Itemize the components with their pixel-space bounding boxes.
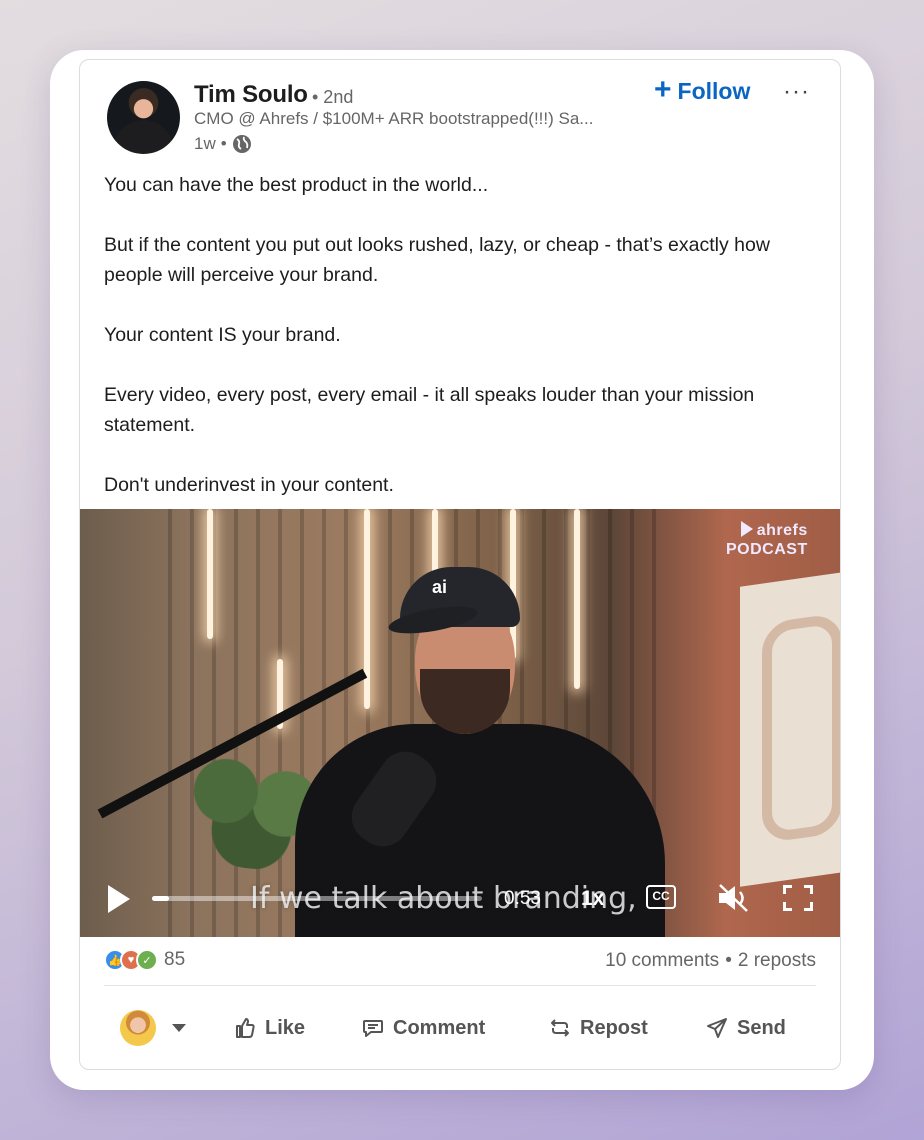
time-remaining: 0:53 xyxy=(504,888,541,909)
like-button[interactable]: Like xyxy=(233,1006,305,1050)
action-bar: Like Comment Repost Send xyxy=(80,1000,840,1056)
reaction-selector[interactable] xyxy=(120,1006,186,1050)
reaction-count: 85 xyxy=(164,949,186,970)
post-paragraph: But if the content you put out looks rus… xyxy=(104,234,770,286)
follow-label: Follow xyxy=(677,77,751,104)
playback-speed-button[interactable]: 1x xyxy=(581,887,604,911)
send-button[interactable]: Send xyxy=(705,1006,786,1050)
post-paragraph: Don't underinvest in your content. xyxy=(104,474,394,496)
comment-label: Comment xyxy=(393,1016,486,1039)
wall-light xyxy=(574,509,580,689)
post-meta: 1w • xyxy=(194,134,252,154)
support-reaction-icon: ✓ xyxy=(136,949,158,971)
wall-light xyxy=(364,509,370,709)
send-label: Send xyxy=(737,1016,786,1039)
author-headline: CMO @ Ahrefs / $100M+ ARR bootstrapped(!… xyxy=(194,109,594,128)
repost-label: Repost xyxy=(580,1016,648,1039)
author-name[interactable]: Tim Soulo xyxy=(194,81,308,109)
like-label: Like xyxy=(265,1016,306,1039)
thumbs-up-icon xyxy=(236,1018,255,1038)
post-paragraph: Your content IS your brand. xyxy=(104,324,341,346)
stats-separator: • xyxy=(725,950,732,971)
globe-icon xyxy=(232,135,251,153)
progress-fill xyxy=(152,896,169,901)
post-time: 1w xyxy=(194,134,216,153)
logo-sub: PODCAST xyxy=(726,541,808,558)
comments-count[interactable]: 10 comments xyxy=(605,950,719,972)
post-body: You can have the best product in the wor… xyxy=(104,170,824,530)
cap-logo: ai xyxy=(432,577,448,597)
play-icon[interactable] xyxy=(108,885,130,913)
reactions-summary[interactable]: 👍 ♥ ✓ 85 xyxy=(104,949,185,971)
comment-button[interactable]: Comment xyxy=(361,1006,485,1050)
wall-light xyxy=(207,509,213,639)
plus-icon: + xyxy=(654,72,672,106)
comment-icon xyxy=(363,1020,383,1037)
repost-icon xyxy=(551,1019,569,1037)
post-stats: 10 comments • 2 reposts xyxy=(605,950,816,972)
follow-button[interactable]: + Follow xyxy=(654,72,751,106)
post-paragraph: You can have the best product in the wor… xyxy=(104,174,489,196)
send-icon xyxy=(707,1018,727,1038)
meta-separator: • xyxy=(220,134,227,153)
play-logo-icon xyxy=(740,521,753,537)
video-player[interactable]: ai ahrefs PODCAST If we talk about brand… xyxy=(80,509,840,937)
divider xyxy=(104,985,816,986)
author-avatar[interactable] xyxy=(107,81,180,154)
reposts-count[interactable]: 2 reposts xyxy=(738,950,816,972)
wall-art xyxy=(740,571,840,887)
more-options-icon[interactable]: ··· xyxy=(783,78,810,106)
chevron-down-icon xyxy=(172,1024,186,1032)
user-avatar xyxy=(120,1010,156,1046)
post-card: Tim Soulo • 2nd CMO @ Ahrefs / $100M+ AR… xyxy=(79,59,841,1070)
podcast-logo: ahrefs PODCAST xyxy=(726,521,808,559)
fullscreen-icon[interactable] xyxy=(783,885,813,911)
logo-brand: ahrefs xyxy=(756,522,808,539)
progress-bar[interactable] xyxy=(152,896,482,901)
mute-icon[interactable] xyxy=(716,883,750,913)
post-paragraph: Every video, every post, every email - i… xyxy=(104,384,755,436)
video-controls: 0:53 1x CC xyxy=(80,869,840,937)
closed-captions-icon[interactable]: CC xyxy=(646,885,676,909)
repost-button[interactable]: Repost xyxy=(548,1006,648,1050)
connection-degree: • 2nd xyxy=(312,87,354,107)
